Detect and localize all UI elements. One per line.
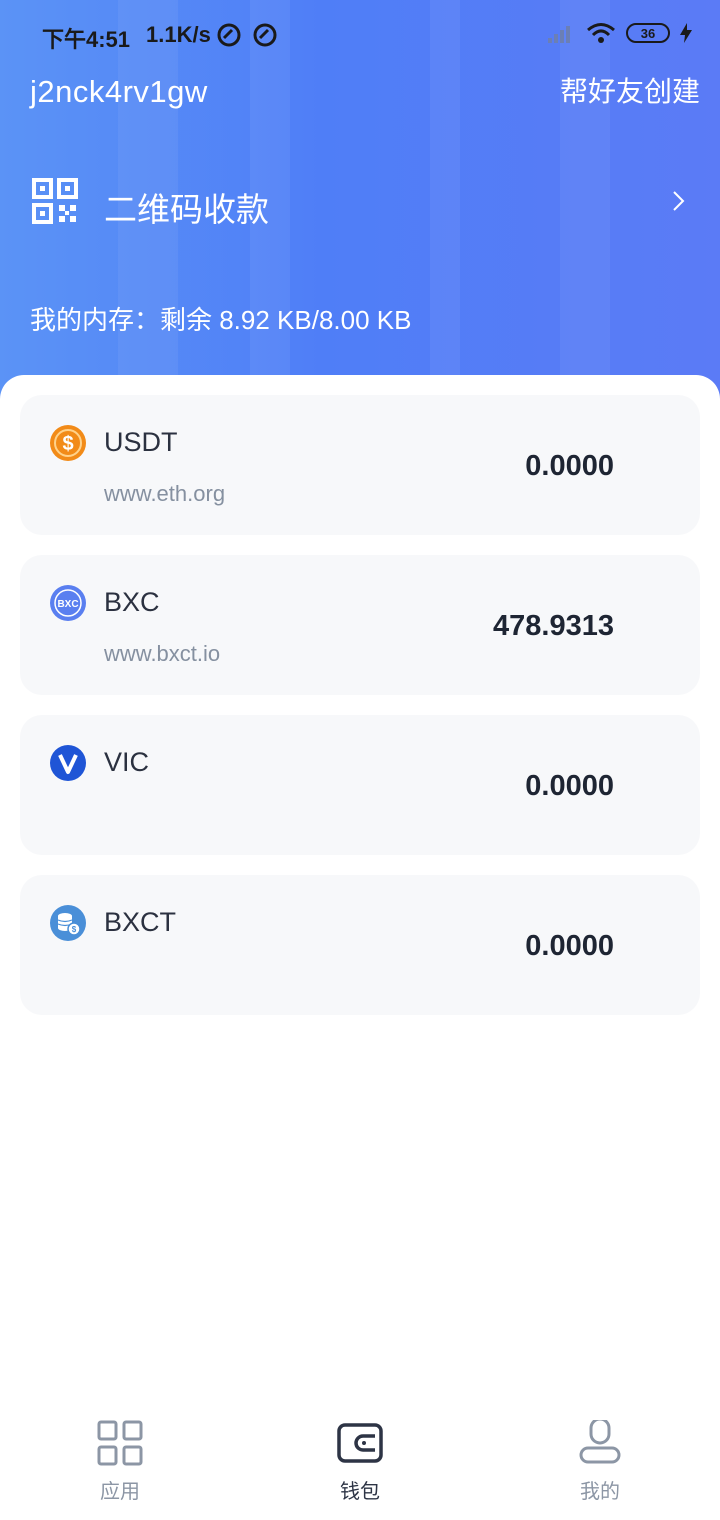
status-network-speed: 1.1K/s — [146, 22, 211, 47]
status-time: 下午4:51 — [42, 27, 131, 52]
battery-level: 36 — [640, 25, 656, 41]
chevron-right-icon — [673, 191, 685, 211]
coin-balance: 0.0000 — [525, 450, 614, 482]
coin-name: VIC — [104, 747, 150, 777]
charging-icon — [680, 23, 692, 43]
qr-receive-label: 二维码收款 — [104, 191, 269, 228]
notification-app-icon — [253, 23, 277, 47]
coin-card-bxct[interactable]: $ BXCT 0.0000 — [20, 875, 700, 1015]
tab-label: 钱包 — [340, 1481, 380, 1503]
account-username: j2nck4rv1gw — [30, 74, 208, 109]
battery-icon: 36 — [626, 23, 670, 43]
coin-balance: 0.0000 — [525, 930, 614, 962]
coin-list: $ USDT www.eth.org 0.0000 BXC BXC www.bx… — [0, 375, 720, 1395]
bottom-tab-bar: 应用 钱包 我的 — [0, 1400, 720, 1520]
wallet-icon — [337, 1423, 383, 1463]
svg-text:$: $ — [72, 925, 77, 934]
coin-name: USDT — [104, 427, 178, 457]
svg-text:BXC: BXC — [57, 599, 78, 610]
vic-logo-icon — [50, 745, 86, 781]
coin-website: www.eth.org — [104, 481, 226, 506]
profile-icon — [579, 1420, 621, 1464]
bxc-logo-icon: BXC — [50, 585, 86, 621]
status-bar: 下午4:51 1.1K/s 36 — [0, 0, 720, 70]
coin-card-vic[interactable]: VIC 0.0000 — [20, 715, 700, 855]
coin-balance: 0.0000 — [525, 770, 614, 802]
coin-card-usdt[interactable]: $ USDT www.eth.org 0.0000 — [20, 395, 700, 535]
apps-grid-icon — [97, 1420, 143, 1466]
qr-receive-row[interactable]: 二维码收款 — [0, 170, 720, 234]
svg-text:$: $ — [62, 433, 73, 455]
coin-stack-icon: $ — [50, 905, 86, 941]
tab-apps[interactable]: 应用 — [60, 1420, 180, 1510]
signal-icon — [548, 26, 570, 43]
notification-app-icon — [217, 23, 241, 47]
memory-usage: 我的内存：剩余 8.92 KB/8.00 KB — [30, 305, 412, 335]
header-banner: 下午4:51 1.1K/s 36 j2nck4rv1gw 帮好友创建 二维码收款… — [0, 0, 720, 420]
tab-label: 我的 — [580, 1481, 620, 1503]
coin-website: www.bxct.io — [104, 641, 221, 666]
qr-code-icon — [32, 178, 78, 224]
coin-name: BXC — [104, 587, 160, 617]
wifi-icon — [587, 23, 615, 43]
coin-card-bxc[interactable]: BXC BXC www.bxct.io 478.9313 — [20, 555, 700, 695]
tab-profile[interactable]: 我的 — [540, 1420, 660, 1510]
tab-wallet[interactable]: 钱包 — [300, 1420, 420, 1510]
create-for-friend-link[interactable]: 帮好友创建 — [560, 70, 700, 110]
coin-balance: 478.9313 — [493, 610, 614, 642]
dollar-coin-icon: $ — [50, 425, 86, 461]
coin-name: BXCT — [104, 907, 177, 937]
tab-label: 应用 — [100, 1481, 140, 1503]
